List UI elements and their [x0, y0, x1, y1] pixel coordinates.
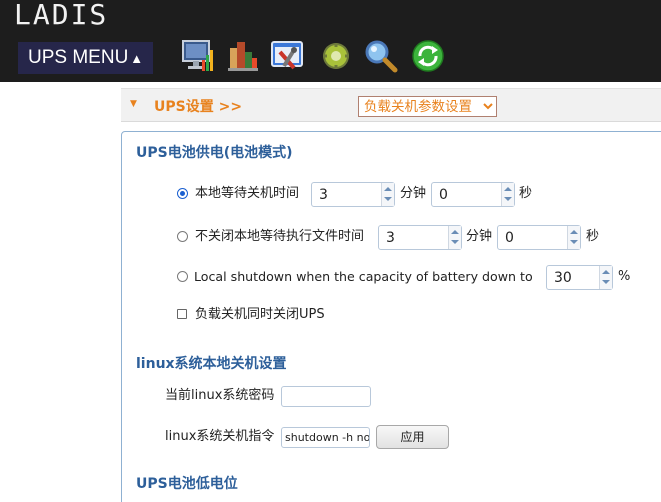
- linux-password-field[interactable]: [281, 386, 371, 407]
- stepper-value: 0: [439, 187, 448, 203]
- low-battery-section-title: UPS电池低电位: [136, 476, 238, 492]
- app-logo: LADIS: [14, 0, 109, 31]
- chevron-up-icon: ▲: [130, 51, 144, 66]
- configuration-tools-icon[interactable]: [270, 38, 306, 74]
- linux-section-title: linux系统本地关机设置: [136, 356, 287, 372]
- local-wait-shutdown-radio[interactable]: [177, 188, 188, 199]
- file-wait-minutes-stepper[interactable]: 3: [378, 225, 462, 250]
- monitor-chart-icon[interactable]: [180, 38, 216, 74]
- breadcrumb-path: UPS设置 >>: [154, 99, 243, 115]
- linux-command-field[interactable]: shutdown -h now: [281, 427, 370, 448]
- stepper-down-icon[interactable]: [504, 197, 512, 201]
- stepper-value: 30: [554, 270, 572, 286]
- refresh-icon[interactable]: [410, 38, 446, 74]
- page-select-dropdown[interactable]: 负载关机参数设置: [358, 96, 497, 117]
- seconds-unit-label: 秒: [586, 229, 600, 244]
- local-wait-shutdown-label: 本地等待关机时间: [195, 186, 300, 201]
- search-icon[interactable]: [363, 38, 399, 74]
- top-header: LADIS UPS MENU ▲: [0, 0, 661, 82]
- stepper-value: 0: [505, 230, 514, 246]
- battery-capacity-shutdown-radio[interactable]: [177, 271, 188, 282]
- local-wait-minutes-stepper[interactable]: 3: [311, 182, 395, 207]
- no-shutdown-wait-file-radio[interactable]: [177, 231, 188, 242]
- percent-unit-label: %: [618, 269, 631, 284]
- stepper-buttons[interactable]: [501, 183, 514, 206]
- triangle-down-icon: ▼: [130, 99, 137, 109]
- stepper-down-icon[interactable]: [384, 197, 392, 201]
- stepper-up-icon[interactable]: [570, 230, 578, 234]
- ups-menu-label: UPS MENU: [28, 47, 129, 68]
- file-wait-seconds-stepper[interactable]: 0: [497, 225, 581, 250]
- stepper-up-icon[interactable]: [384, 187, 392, 191]
- settings-panel: UPS电池供电(电池模式) 本地等待关机时间 3 分钟 0 秒 不关闭本地等待执…: [121, 131, 661, 502]
- apply-button[interactable]: 应用: [376, 425, 449, 449]
- linux-password-label: 当前linux系统密码: [165, 388, 275, 403]
- stepper-up-icon[interactable]: [602, 270, 610, 274]
- gear-icon[interactable]: [318, 38, 354, 74]
- status-bars-icon[interactable]: [225, 38, 261, 74]
- stepper-value: 3: [386, 230, 395, 246]
- stepper-buttons[interactable]: [567, 226, 580, 249]
- shutdown-ups-checkbox[interactable]: [177, 309, 187, 319]
- ups-menu-button[interactable]: UPS MENU ▲: [18, 42, 154, 74]
- battery-capacity-shutdown-label: Local shutdown when the capacity of batt…: [194, 269, 533, 284]
- stepper-down-icon[interactable]: [602, 280, 610, 284]
- no-shutdown-wait-file-label: 不关闭本地等待执行文件时间: [195, 229, 365, 244]
- stepper-buttons[interactable]: [599, 266, 612, 289]
- minutes-unit-label: 分钟: [466, 229, 493, 244]
- minutes-unit-label: 分钟: [400, 186, 427, 201]
- seconds-unit-label: 秒: [519, 186, 533, 201]
- shutdown-ups-label: 负载关机同时关闭UPS: [195, 307, 325, 322]
- stepper-value: 3: [319, 187, 328, 203]
- stepper-up-icon[interactable]: [451, 230, 459, 234]
- stepper-buttons[interactable]: [381, 183, 394, 206]
- stepper-up-icon[interactable]: [504, 187, 512, 191]
- battery-section-title: UPS电池供电(电池模式): [136, 145, 293, 161]
- stepper-buttons[interactable]: [448, 226, 461, 249]
- breadcrumb: ▼ UPS设置 >> 负载关机参数设置: [121, 88, 661, 122]
- stepper-down-icon[interactable]: [570, 240, 578, 244]
- linux-command-label: linux系统关机指令: [165, 429, 275, 444]
- battery-capacity-stepper[interactable]: 30: [546, 265, 613, 290]
- local-wait-seconds-stepper[interactable]: 0: [431, 182, 515, 207]
- stepper-down-icon[interactable]: [451, 240, 459, 244]
